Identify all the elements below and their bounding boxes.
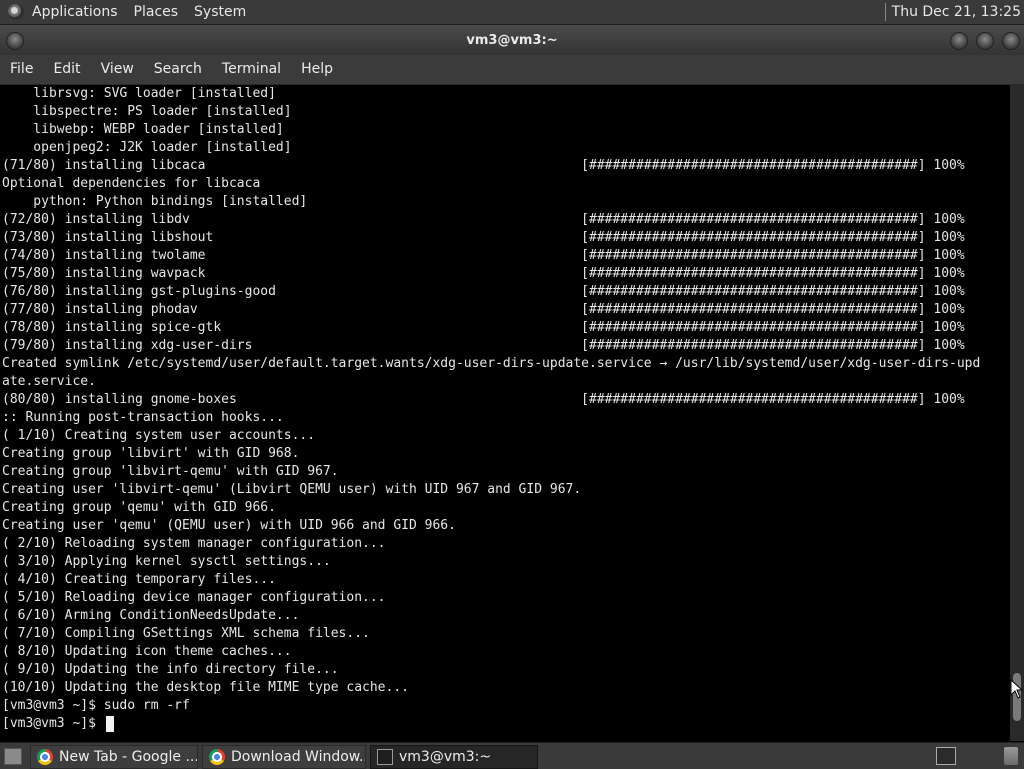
terminal-line: ( 6/10) Arming ConditionNeedsUpdate... [2,608,300,623]
menu-edit[interactable]: Edit [43,55,90,84]
clock-area: Thu Dec 21, 13:25 [884,0,1024,24]
terminal-lines: librsvg: SVG loader [installed] libspect… [2,85,980,733]
terminal-line: libwebp: WEBP loader [installed] [2,122,284,137]
terminal-line: openjpeg2: J2K loader [installed] [2,140,292,155]
places-menu[interactable]: Places [126,0,187,24]
show-desktop-icon[interactable] [4,748,22,765]
minimize-button[interactable] [950,32,968,50]
clock-separator [884,3,886,21]
terminal-line: Creating group 'libvirt' with GID 968. [2,446,300,461]
clock[interactable]: Thu Dec 21, 13:25 [892,4,1024,20]
terminal-line: libspectre: PS loader [installed] [2,104,292,119]
terminal-line: (77/80) installing phodav [#############… [2,302,965,317]
terminal-line: Created symlink /etc/systemd/user/defaul… [2,356,981,371]
window-title: vm3@vm3:~ [466,33,558,48]
chrome-icon [37,749,53,765]
menu-file[interactable]: File [0,55,43,84]
terminal-line: ( 9/10) Updating the info directory file… [2,662,339,677]
terminal-cursor [106,716,114,732]
terminal-line: [vm3@vm3 ~]$ sudo rm -rf [2,698,190,713]
terminal-scrollbar[interactable] [1010,85,1024,741]
bottom-taskbar: New Tab - Google ... Download Window... … [0,742,1024,769]
terminal-line: ate.service. [2,374,96,389]
terminal-line: Creating user 'libvirt-qemu' (Libvirt QE… [2,482,582,497]
close-button[interactable] [1002,32,1020,50]
terminal-line: Creating group 'libvirt-qemu' with GID 9… [2,464,339,479]
taskbar-item-new-tab[interactable]: New Tab - Google ... [30,745,198,769]
terminal-icon [377,749,393,765]
taskbar-item-label: Download Window... [231,749,366,765]
terminal-line: Optional dependencies for libcaca [2,176,261,191]
terminal-line: (78/80) installing spice-gtk [##########… [2,320,965,335]
menu-help[interactable]: Help [291,55,343,84]
terminal-line: ( 7/10) Compiling GSettings XML schema f… [2,626,370,641]
mouse-pointer-icon [1010,679,1024,699]
taskbar-item-terminal[interactable]: vm3@vm3:~ [370,745,538,769]
terminal-line: (72/80) installing libdv [##############… [2,212,965,227]
chrome-icon [209,749,225,765]
terminal-line: [vm3@vm3 ~]$ [2,716,104,731]
taskbar-item-label: vm3@vm3:~ [399,749,492,765]
terminal-line: (76/80) installing gst-plugins-good [###… [2,284,965,299]
window-titlebar[interactable]: vm3@vm3:~ [0,25,1024,55]
taskbar-item-download[interactable]: Download Window... [202,745,366,769]
terminal-line: ( 5/10) Reloading device manager configu… [2,590,386,605]
terminal-line: (79/80) installing xdg-user-dirs [######… [2,338,965,353]
terminal-output[interactable]: librsvg: SVG loader [installed] libspect… [0,85,1010,741]
terminal-line: Creating group 'qemu' with GID 966. [2,500,276,515]
terminal-line: (10/10) Updating the desktop file MIME t… [2,680,409,695]
terminal-line: (75/80) installing wavpack [############… [2,266,965,281]
terminal-line: python: Python bindings [installed] [2,194,308,209]
terminal-line: ( 8/10) Updating icon theme caches... [2,644,292,659]
terminal-line: (71/80) installing libcaca [############… [2,158,965,173]
system-menu[interactable]: System [186,0,254,24]
trash-icon[interactable] [1004,747,1018,765]
panel-menus: Applications Places System [0,0,254,24]
terminal-line: (80/80) installing gnome-boxes [########… [2,392,965,407]
applications-menu[interactable]: Applications [24,0,126,24]
terminal-line: ( 1/10) Creating system user accounts... [2,428,316,443]
terminal-line: Creating user 'qemu' (QEMU user) with UI… [2,518,456,533]
top-panel: Applications Places System Thu Dec 21, 1… [0,0,1024,25]
terminal-menubar: File Edit View Search Terminal Help [0,55,1024,85]
terminal-tray-icon[interactable] [936,747,956,765]
applications-icon[interactable] [8,4,24,20]
terminal-line: librsvg: SVG loader [installed] [2,86,276,101]
taskbar-item-label: New Tab - Google ... [59,749,198,765]
terminal-line: ( 2/10) Reloading system manager configu… [2,536,386,551]
terminal-line: (73/80) installing libshout [###########… [2,230,965,245]
menu-search[interactable]: Search [144,55,212,84]
menu-terminal[interactable]: Terminal [212,55,291,84]
menu-view[interactable]: View [91,55,144,84]
terminal-line: (74/80) installing twolame [############… [2,248,965,263]
terminal-line: ( 4/10) Creating temporary files... [2,572,276,587]
terminal-line: ( 3/10) Applying kernel sysctl settings.… [2,554,331,569]
terminal-line: :: Running post-transaction hooks... [2,410,284,425]
maximize-button[interactable] [976,32,994,50]
